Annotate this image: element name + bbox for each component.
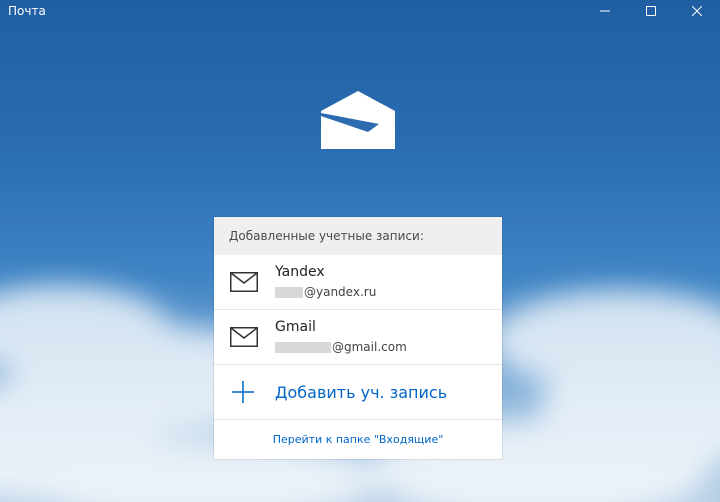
minimize-icon	[600, 10, 610, 12]
close-icon	[692, 6, 702, 16]
account-name: Yandex	[275, 264, 325, 280]
redacted-block	[275, 286, 303, 298]
account-gmail[interactable]: Gmail @gmail.com	[214, 310, 502, 365]
account-yandex[interactable]: Yandex @yandex.ru	[214, 255, 502, 310]
accounts-header: Добавленные учетные записи:	[214, 217, 502, 255]
accounts-panel: Добавленные учетные записи: Yandex @yand…	[214, 217, 502, 459]
window-title: Почта	[8, 4, 46, 18]
plus-icon	[232, 381, 254, 403]
add-account-label: Добавить уч. запись	[275, 382, 448, 402]
redacted-block	[275, 341, 331, 353]
account-email: @yandex.ru	[275, 284, 376, 300]
mail-icon	[230, 327, 258, 347]
account-email: @gmail.com	[275, 339, 407, 355]
account-name: Gmail	[275, 319, 316, 335]
mail-logo-icon	[321, 91, 395, 149]
account-email-domain: @gmail.com	[332, 340, 407, 354]
maximize-button[interactable]	[628, 0, 674, 22]
add-account-button[interactable]: Добавить уч. запись	[214, 365, 502, 420]
go-to-inbox-link[interactable]: Перейти к папке "Входящие"	[214, 420, 502, 458]
account-email-domain: @yandex.ru	[304, 285, 377, 299]
title-bar: Почта	[0, 0, 720, 22]
minimize-button[interactable]	[582, 0, 628, 22]
maximize-icon	[646, 6, 656, 16]
close-button[interactable]	[674, 0, 720, 22]
mail-icon	[230, 272, 258, 292]
